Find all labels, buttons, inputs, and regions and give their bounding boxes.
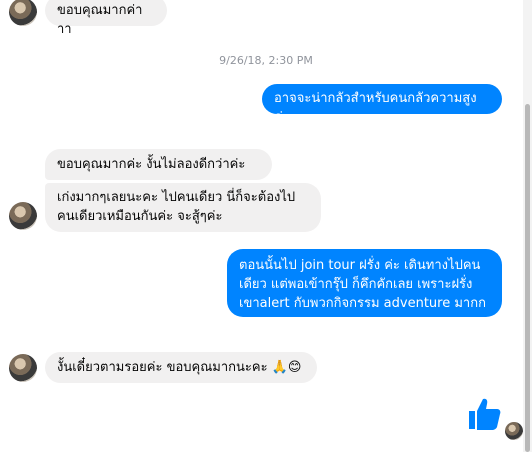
message-timestamp: 9/26/18, 2:30 PM [219,54,313,67]
contact-avatar[interactable] [9,0,37,26]
incoming-message: ขอบคุณมากค่ะ งั้นไม่ลองดีกว่าค่ะ [45,149,272,180]
incoming-message: งั้นเดี๋ยวตามรอยค่ะ ขอบคุณมากนะคะ 🙏😊 [45,352,317,383]
scrollbar-thumb[interactable] [525,104,530,452]
seen-avatar [505,422,523,440]
incoming-message: ขอบคุณมากค่าาา [45,0,167,37]
incoming-message: เก่งมากๆเลยนะคะ ไปคนเดียว นี่ก็จะต้องไปค… [45,183,321,232]
scrollbar-track[interactable] [523,0,532,452]
outgoing-message: อาจจะน่ากลัวสำหรับคนกลัวความสูงค่ะ [262,84,502,125]
contact-avatar[interactable] [9,354,37,382]
outgoing-message: ตอนนั้นไป join tour ฝรั่ง ค่ะ เดินทางไปค… [227,249,502,317]
thumbs-up-icon[interactable] [466,396,502,436]
contact-avatar[interactable] [9,202,37,230]
